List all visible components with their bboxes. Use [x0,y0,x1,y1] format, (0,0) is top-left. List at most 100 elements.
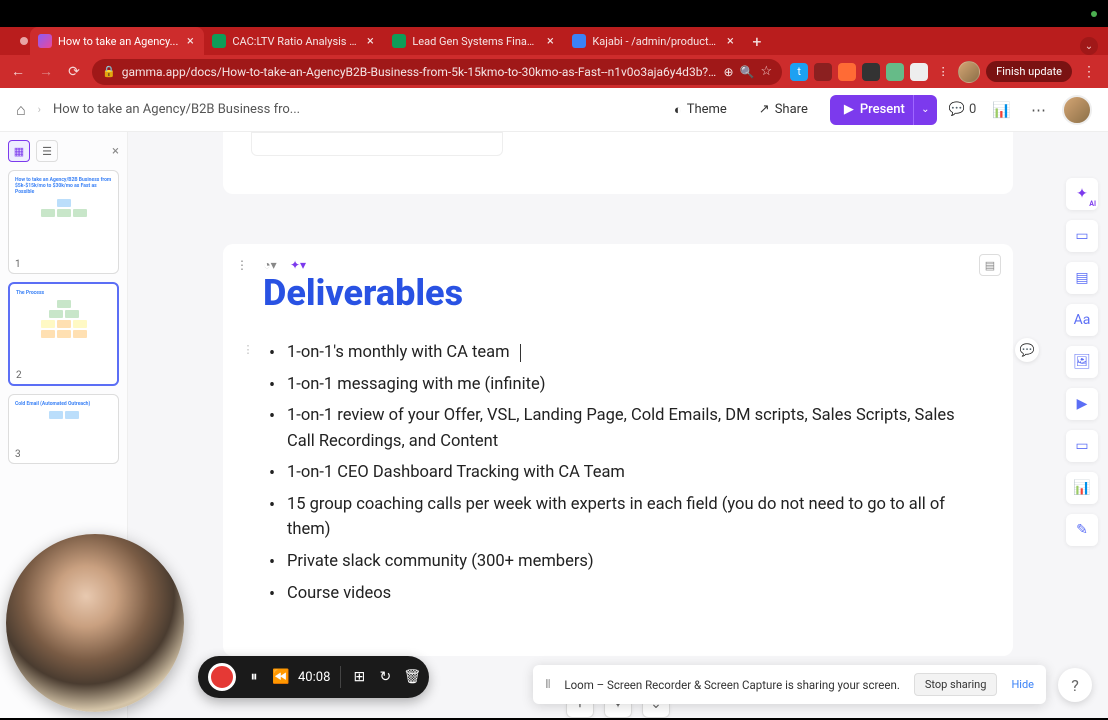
tab-scroll-indicator [20,37,28,45]
deliverables-card[interactable]: ⋮ ◔▾ ✦▾ ▤ ⋮ 💬 Deliverables 1-on-1's mont… [223,244,1013,656]
browser-tab-sheets2[interactable]: Lead Gen Systems Financial × [384,27,564,55]
tab-title: CAC:LTV Ratio Analysis - Go... [232,35,358,48]
drag-handle-icon[interactable]: ⋮ [231,254,253,276]
tab-title: How to take an Agency... [58,35,178,48]
loom-controls: ⏸ ⏪ 40:08 ⊞ ↻ 🗑 [198,656,429,698]
ext-icon[interactable] [862,63,880,81]
chrome-menu-icon[interactable]: ⋮ [1078,64,1100,80]
ext-icon[interactable] [838,63,856,81]
share-button[interactable]: ↗Share [749,96,818,123]
home-icon[interactable]: ⌂ [16,100,26,120]
embed-button[interactable]: ▭ [1066,430,1098,462]
user-avatar[interactable] [1062,95,1092,125]
app-header: ⌂ › How to take an Agency/B2B Business f… [0,88,1108,132]
chart-button[interactable]: 📊 [1066,472,1098,504]
trash-icon[interactable]: 🗑 [403,669,419,685]
new-tab-button[interactable]: + [744,28,769,55]
theme-label: Theme [687,102,727,117]
grip-icon[interactable]: ⦀ [545,677,550,692]
window-status-dot [1091,11,1097,17]
close-tab-icon[interactable]: × [544,34,556,49]
comments-button[interactable]: 💬0 [949,102,977,117]
rewind-icon[interactable]: ⏪ [272,669,288,685]
tab-title: Kajabi - /admin/products/214 [592,35,718,48]
card-style-icon[interactable]: ◔▾ [259,254,281,276]
ai-badge: AI [1089,200,1096,208]
finish-update-button[interactable]: Finish update [986,61,1072,82]
reload-button[interactable]: ⟳ [64,64,84,80]
ext-icon[interactable] [910,63,928,81]
text-format-button[interactable]: Aa [1066,304,1098,336]
analytics-icon[interactable]: 📊 [988,97,1015,123]
draw-button[interactable]: ✎ [1066,514,1098,546]
restart-icon[interactable]: ↻ [377,669,393,685]
grid-view-toggle[interactable]: ▦ [8,140,30,162]
slide-thumbnail-2[interactable]: The Process 2 [8,282,119,386]
ext-icon[interactable] [886,63,904,81]
list-view-toggle[interactable]: ☰ [36,140,58,162]
forward-button[interactable]: → [36,63,56,80]
list-item[interactable]: 1-on-1 review of your Offer, VSL, Landin… [285,403,973,454]
share-icon: ↗ [759,102,770,117]
ext-icon[interactable] [814,63,832,81]
comment-icon: 💬 [949,102,965,117]
close-tab-icon[interactable]: × [364,34,376,49]
list-item[interactable]: 1-on-1 CEO Dashboard Tracking with CA Te… [285,460,973,486]
ext-twitter-icon[interactable]: t [790,63,808,81]
bullet-list[interactable]: 1-on-1's monthly with CA team 1-on-1 mes… [263,340,973,606]
list-item[interactable]: 1-on-1 messaging with me (infinite) [285,372,973,398]
previous-card-stub[interactable] [223,132,1013,194]
stop-recording-button[interactable] [208,663,236,691]
theme-button[interactable]: ◐ Theme [664,96,737,124]
address-bar: ← → ⟳ 🔒 gamma.app/docs/How-to-take-an-Ag… [0,55,1108,88]
close-tab-icon[interactable]: × [184,34,196,49]
list-item[interactable]: Course videos [285,581,973,607]
browser-tab-kajabi[interactable]: Kajabi - /admin/products/214 × [564,27,744,55]
back-button[interactable]: ← [8,63,28,80]
ai-sparkle-icon[interactable]: ✦▾ [287,254,309,276]
bullet-text: Private slack community (300+ members) [287,552,594,571]
ai-assistant-button[interactable]: ✦AI [1066,178,1098,210]
browser-tab-gamma[interactable]: How to take an Agency... × [30,27,204,55]
favicon-gamma [38,34,52,48]
list-item[interactable]: 15 group coaching calls per week with ex… [285,492,973,543]
theme-icon: ◐ [674,102,682,118]
slide-thumbnail-1[interactable]: How to take an Agency/B2B Business from … [8,170,119,274]
tabs-dropdown-button[interactable]: ⌄ [1080,37,1098,55]
list-item[interactable]: Private slack community (300+ members) [285,549,973,575]
present-dropdown[interactable]: ⌄ [913,95,937,125]
slide-thumbnail-3[interactable]: Cold Email (Automated Outreach) 3 [8,394,119,464]
more-menu-icon[interactable]: ⋯ [1027,97,1050,123]
slide-heading[interactable]: Deliverables [263,272,973,314]
translate-icon[interactable]: ⊕ [724,65,734,79]
canvas-icon[interactable]: ⊞ [351,669,367,685]
loom-camera[interactable] [6,534,184,712]
browser-tab-sheets[interactable]: CAC:LTV Ratio Analysis - Go... × [204,27,384,55]
card-layout-icon[interactable]: ▤ [979,254,1001,276]
help-button[interactable]: ? [1058,668,1092,702]
add-comment-icon[interactable]: 💬 [1015,338,1039,362]
breadcrumb[interactable]: How to take an Agency/B2B Business fro..… [53,102,300,117]
hide-banner-button[interactable]: Hide [1011,678,1034,691]
card-templates-button[interactable]: ▭ [1066,220,1098,252]
extensions-menu-icon[interactable]: ⋮ [934,63,952,81]
list-item[interactable]: 1-on-1's monthly with CA team [285,340,973,366]
close-panel-icon[interactable]: × [112,144,119,159]
pause-icon[interactable]: ⏸ [246,669,262,685]
favicon-kajabi [572,34,586,48]
zoom-icon[interactable]: 🔍 [740,65,755,79]
bullet-text: 1-on-1's monthly with CA team [287,343,510,362]
thumb-number: 1 [13,259,23,270]
close-tab-icon[interactable]: × [724,34,736,49]
favicon-sheets [392,34,406,48]
video-button[interactable]: ▶ [1066,388,1098,420]
canvas[interactable]: ⋮ ◔▾ ✦▾ ▤ ⋮ 💬 Deliverables 1-on-1's mont… [128,132,1108,718]
image-button[interactable]: 🖼 [1066,346,1098,378]
url-input[interactable]: 🔒 gamma.app/docs/How-to-take-an-AgencyB2… [92,59,782,85]
bookmark-icon[interactable]: ☆ [761,64,773,79]
layout-button[interactable]: ▤ [1066,262,1098,294]
present-button[interactable]: ▶Present [830,95,919,125]
row-drag-handle[interactable]: ⋮ [240,341,256,357]
profile-avatar[interactable] [958,61,980,83]
stop-sharing-button[interactable]: Stop sharing [914,673,998,696]
